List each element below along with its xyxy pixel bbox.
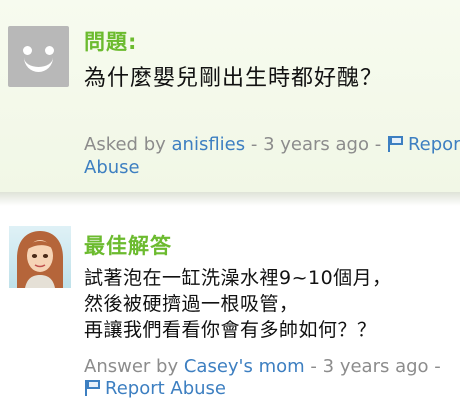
asked-by-label: Asked by [84,134,166,155]
meta-separator: - [374,134,382,155]
flag-icon [85,380,100,396]
answer-line: 然後被硬擠過一根吸管， [84,293,299,315]
answer-line: 試著泡在一缸洗澡水裡9~10個月， [84,267,392,289]
casey-avatar[interactable] [9,226,71,288]
report-abuse-link[interactable]: Report [387,134,460,155]
meta-separator: - [250,134,258,155]
report-label: Report Abuse [105,378,226,399]
question-panel: 問題: 為什麼嬰兒剛出生時都好醜？ Asked by anisflies - 3… [0,0,460,192]
avatar-mouth [24,54,53,72]
question-meta: Asked by anisflies - 3 years ago - Repor… [84,133,460,156]
question-meta-line2: Abuse [84,156,140,179]
report-label: Report [407,134,460,155]
answerer-link[interactable]: Casey's mom [184,356,305,377]
girl-avatar-icon [17,231,63,288]
section-divider [0,192,460,206]
question-heading: 問題: [84,30,138,54]
answer-meta-line2: Report Abuse [84,377,226,400]
question-time: 3 years ago [263,134,369,155]
default-avatar-icon[interactable] [8,26,69,87]
answer-by-label: Answer by [84,356,179,377]
answer-line: 再讓我們看看你會有多帥如何？？ [84,319,377,341]
flag-icon [387,136,403,152]
report-abuse-link[interactable]: Report Abuse [84,378,226,399]
report-abuse-link-continued[interactable]: Abuse [84,157,140,178]
asker-link[interactable]: anisflies [172,134,246,155]
meta-separator: - [434,356,441,377]
best-answer-heading: 最佳解答 [84,234,172,258]
answer-text: 試著泡在一缸洗澡水裡9~10個月， 然後被硬擠過一根吸管， 再讓我們看看你會有多… [84,265,392,343]
question-text: 為什麼嬰兒剛出生時都好醜？ [84,66,384,91]
answer-time: 3 years ago [322,356,429,377]
answer-meta: Answer by Casey's mom - 3 years ago - [84,355,441,378]
meta-separator: - [310,356,317,377]
